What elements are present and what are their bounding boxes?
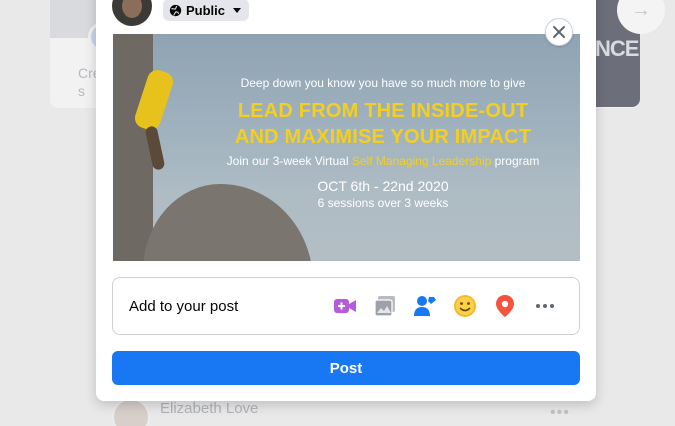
feeling-activity-button[interactable] xyxy=(447,288,483,324)
link-preview-image: Deep down you know you have so much more… xyxy=(113,34,580,261)
feed-author-avatar xyxy=(112,398,150,426)
story-thumbnail-text: NCER xyxy=(595,36,640,61)
avatar xyxy=(112,0,152,26)
globe-icon xyxy=(169,4,182,16)
tag-people-icon xyxy=(414,296,436,316)
add-to-post-bar: Add to your post xyxy=(112,277,580,335)
banner-cliff xyxy=(113,34,153,261)
banner-subtitle: Deep down you know you have so much more… xyxy=(240,76,526,90)
feed-post-more-icon: ••• xyxy=(550,404,570,421)
check-in-icon xyxy=(496,295,514,317)
more-icon xyxy=(536,304,554,308)
feed-author-name: Elizabeth Love xyxy=(160,400,259,417)
photo-video-button[interactable] xyxy=(367,288,403,324)
close-icon xyxy=(553,26,565,38)
privacy-label: Public xyxy=(186,2,226,18)
live-video-icon xyxy=(334,299,356,313)
banner-date: OCT 6th - 22nd 2020 xyxy=(317,178,449,194)
more-options-button[interactable] xyxy=(527,288,563,324)
feeling-icon xyxy=(454,295,476,317)
live-video-button[interactable] xyxy=(327,288,363,324)
banner-headline-1: LEAD FROM THE INSIDE-OUT xyxy=(237,100,529,122)
remove-preview-button[interactable] xyxy=(545,18,573,46)
caret-down-icon xyxy=(233,7,242,13)
banner-headline-2: AND MAXIMISE YOUR IMPACT xyxy=(234,126,532,148)
photo-icon xyxy=(374,296,395,317)
privacy-selector-button[interactable]: Public xyxy=(163,0,250,21)
add-to-post-icons xyxy=(327,288,563,324)
banner-sessions: 6 sessions over 3 weeks xyxy=(317,196,449,210)
add-to-post-label: Add to your post xyxy=(129,297,239,315)
banner-join-line: Join our 3-week Virtual Self Managing Le… xyxy=(226,154,540,168)
tag-people-button[interactable] xyxy=(407,288,443,324)
check-in-button[interactable] xyxy=(487,288,523,324)
post-button[interactable]: Post xyxy=(112,351,580,385)
create-post-dialog: Public Deep down you know you have so mu… xyxy=(96,0,596,401)
